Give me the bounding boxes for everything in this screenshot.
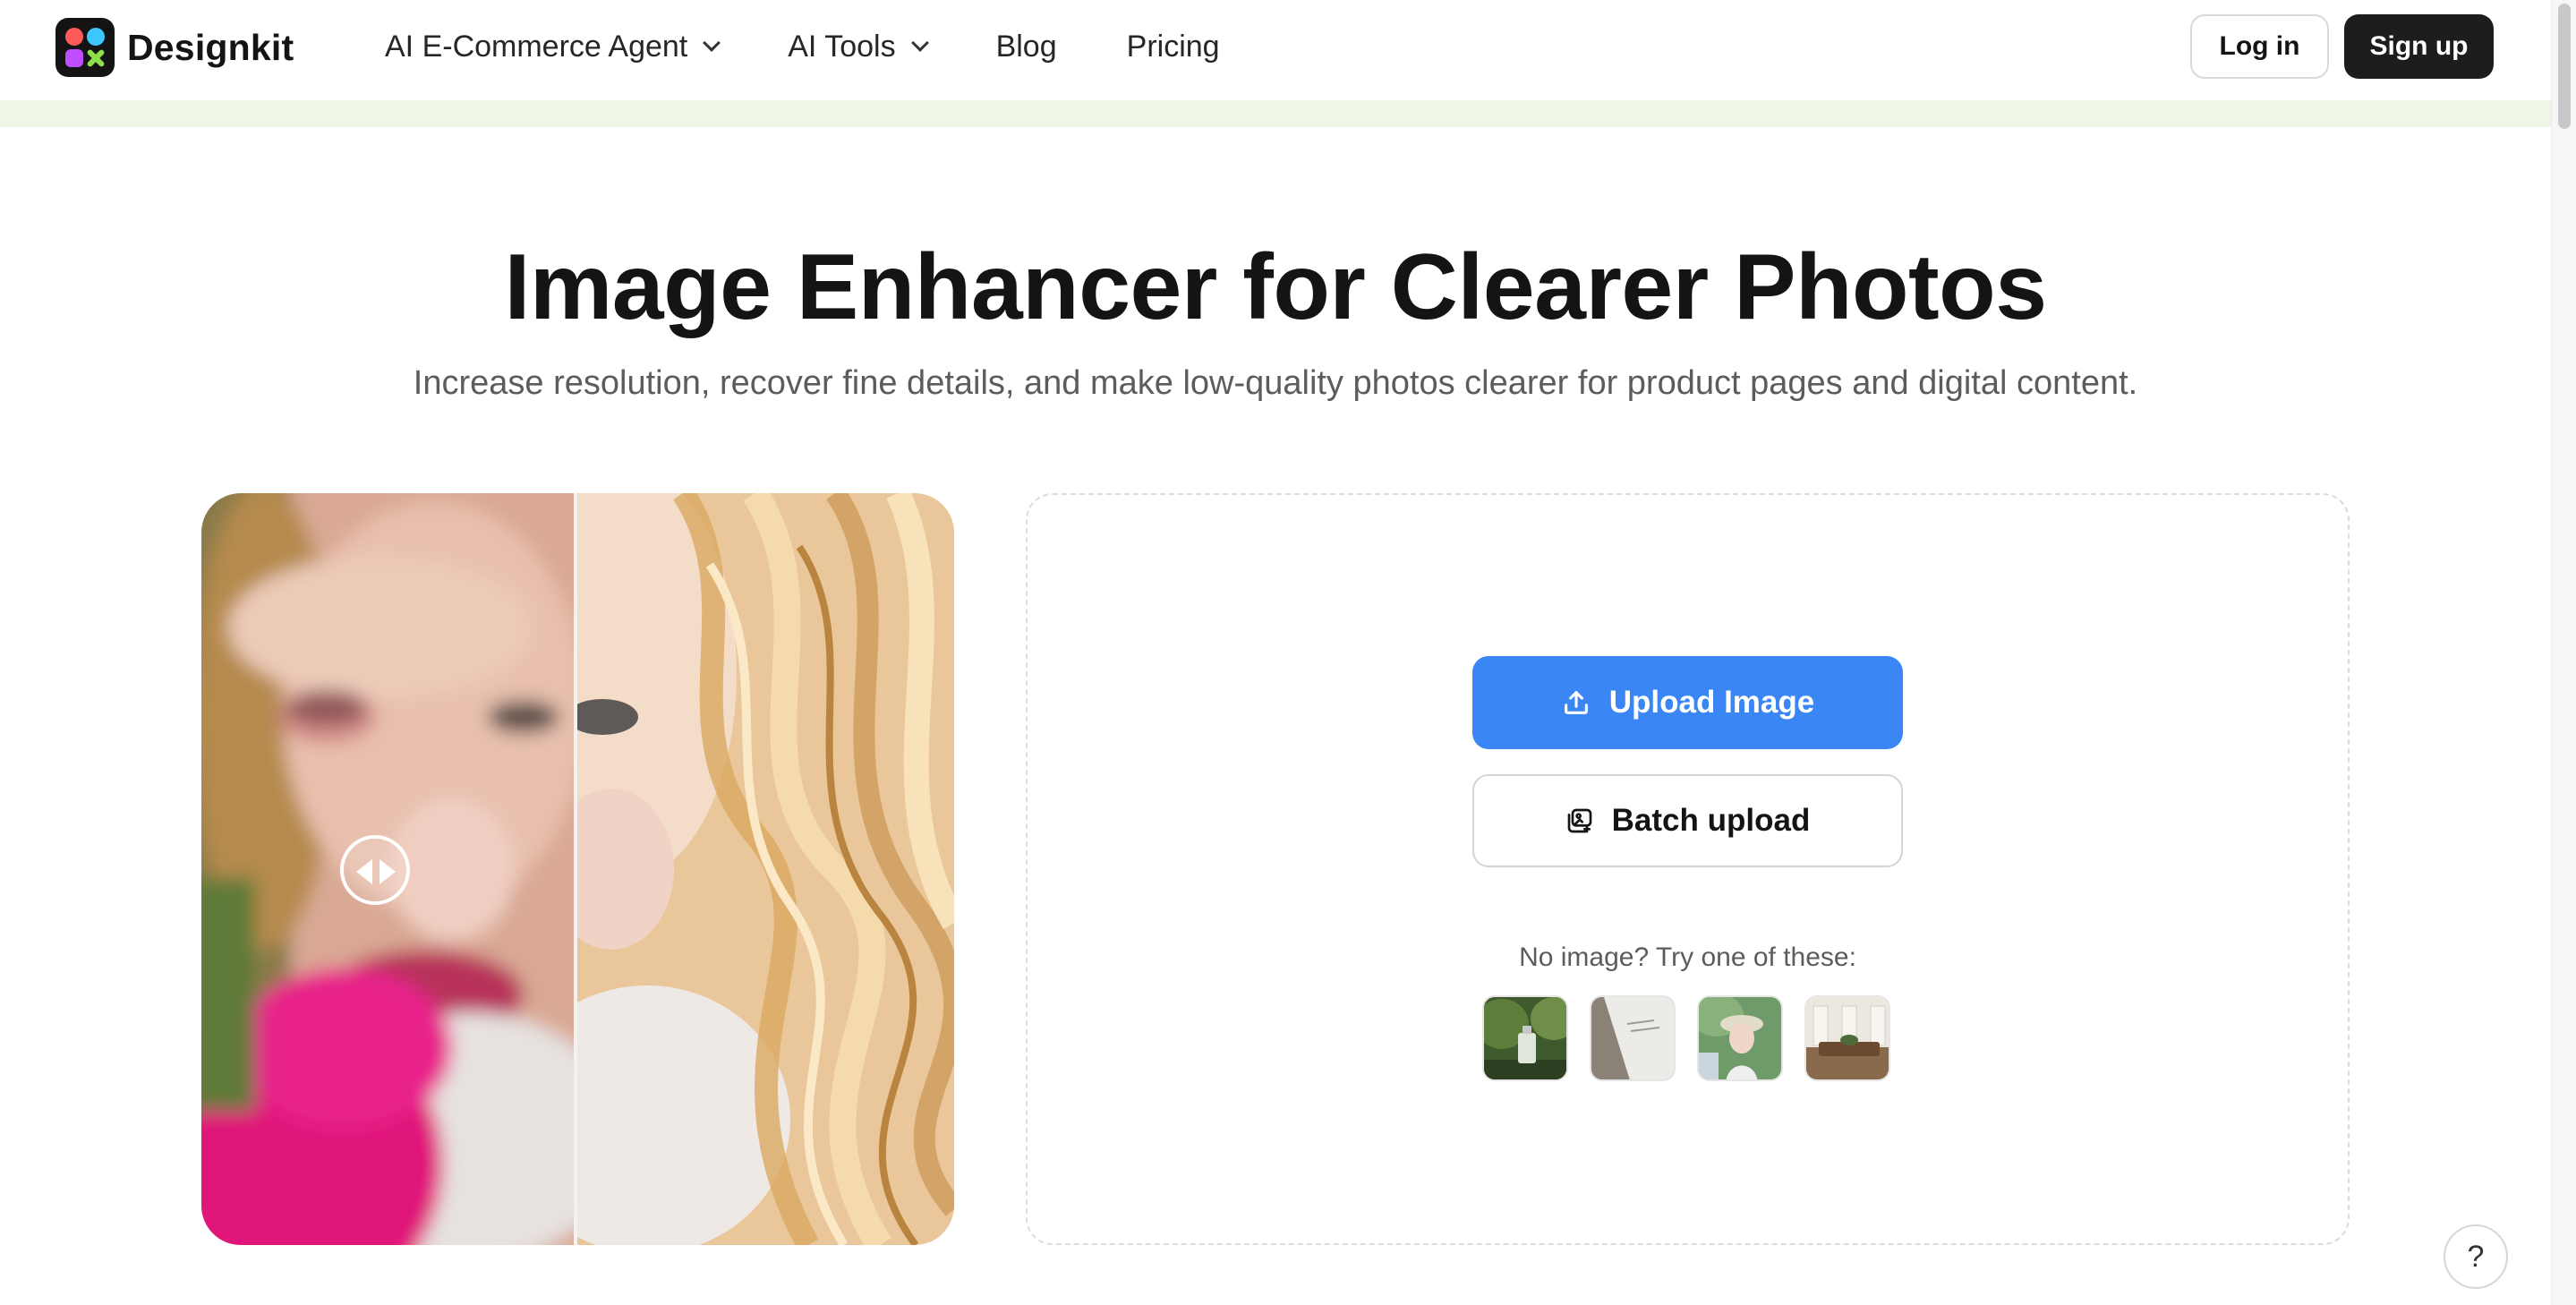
- sample-perfume-bottle[interactable]: [1482, 995, 1568, 1081]
- help-button[interactable]: ?: [2444, 1224, 2508, 1289]
- sample-room-interior[interactable]: [1804, 995, 1890, 1081]
- sample-portrait[interactable]: [1697, 995, 1783, 1081]
- before-after-comparison[interactable]: [201, 493, 954, 1245]
- sample-book-page[interactable]: [1590, 995, 1676, 1081]
- upload-dropzone[interactable]: [1026, 493, 2350, 1245]
- brand-name: Designkit: [127, 26, 294, 68]
- nav-item-ai-tools[interactable]: AI Tools: [788, 29, 929, 64]
- designkit-logo-icon: [55, 18, 115, 77]
- after-image: [576, 493, 954, 1245]
- chevron-down-icon: [703, 34, 721, 52]
- nav-item-pricing[interactable]: Pricing: [1127, 30, 1220, 64]
- page-scrollbar[interactable]: [2551, 0, 2576, 1305]
- upload-image-button[interactable]: Upload Image: [1472, 656, 1903, 749]
- login-button[interactable]: Log in: [2190, 14, 2329, 79]
- upload-image-label: Upload Image: [1608, 685, 1815, 720]
- batch-upload-label: Batch upload: [1611, 803, 1811, 838]
- comparison-divider: [574, 493, 577, 1245]
- top-header: Designkit AI E-Commerce Agent AI Tools B…: [0, 0, 2551, 100]
- signup-button[interactable]: Sign up: [2344, 14, 2494, 79]
- nav-item-blog[interactable]: Blog: [996, 30, 1057, 64]
- compare-slider-handle[interactable]: [340, 835, 410, 905]
- sample-images-list: [1482, 995, 1912, 1081]
- upload-icon: [1561, 687, 1591, 718]
- arrow-left-icon: [356, 859, 372, 884]
- sample-images-prompt: No image? Try one of these:: [1519, 942, 1856, 972]
- announcement-strip: [0, 100, 2551, 127]
- nav-item-label: Blog: [995, 29, 1057, 64]
- nav-item-label: Pricing: [1126, 29, 1220, 64]
- nav-item-label: AI Tools: [788, 29, 896, 64]
- batch-images-icon: [1565, 806, 1594, 835]
- page-subtitle: Increase resolution, recover fine detail…: [413, 364, 2138, 402]
- nav-item-label: AI E-Commerce Agent: [385, 29, 688, 64]
- arrow-right-icon: [380, 859, 396, 884]
- batch-upload-button[interactable]: Batch upload: [1472, 774, 1903, 867]
- chevron-down-icon: [910, 34, 929, 52]
- main-nav: AI E-Commerce Agent AI Tools Blog Pricin…: [385, 0, 1290, 93]
- page-title: Image Enhancer for Clearer Photos: [504, 235, 2047, 339]
- nav-item-ai-ecommerce-agent[interactable]: AI E-Commerce Agent: [385, 29, 721, 64]
- scrollbar-thumb[interactable]: [2558, 4, 2571, 129]
- brand-logo[interactable]: Designkit: [55, 18, 294, 77]
